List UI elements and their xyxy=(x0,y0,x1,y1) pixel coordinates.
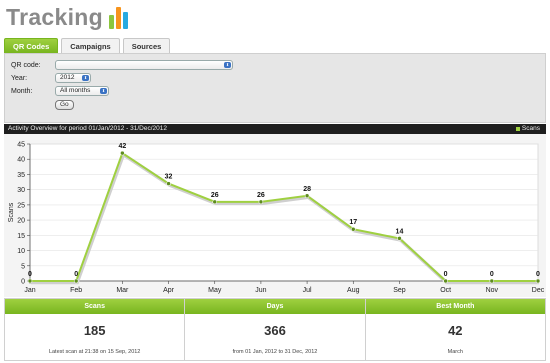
x-tick-label: Jul xyxy=(303,287,312,294)
x-tick-label: Dec xyxy=(532,287,545,294)
activity-chart: Activity Overview for period 01/Jan/2012… xyxy=(4,124,546,297)
stat-days-value: 366 xyxy=(264,323,286,338)
qr-code-row: QR code: ⬍ xyxy=(11,60,233,70)
tab-qr-codes[interactable]: QR Codes xyxy=(4,38,59,53)
data-label: 0 xyxy=(28,271,32,278)
data-point xyxy=(489,278,495,284)
data-point xyxy=(535,278,541,284)
stat-best-month: Best Month 42 March xyxy=(365,298,546,361)
stat-days-sub: from 01 Jan, 2012 to 31 Dec, 2012 xyxy=(232,349,318,355)
stat-best-month-header: Best Month xyxy=(365,299,545,314)
y-tick-label: 45 xyxy=(17,142,25,149)
data-point xyxy=(350,226,356,232)
qr-code-label: QR code: xyxy=(11,61,41,69)
y-axis-title: Scans xyxy=(8,202,15,222)
chart-legend: Scans xyxy=(515,124,540,134)
line-chart-svg: 051015202530354045ScansJan Feb Mar Apr May Ju… xyxy=(4,134,546,297)
go-button[interactable]: Go xyxy=(55,100,74,110)
logo-bar-blue xyxy=(123,12,128,29)
data-point xyxy=(120,150,125,156)
tab-sources[interactable]: Sources xyxy=(122,38,171,53)
year-label: Year: xyxy=(11,74,28,82)
chevron-updown-icon: ⬍ xyxy=(224,62,231,68)
y-tick-label: 15 xyxy=(17,233,25,240)
logo-bar-green xyxy=(109,15,114,29)
stats-panel: Scans 185 Latest scan at 21:38 on 15 Sep… xyxy=(4,298,546,361)
stat-days: Days 366 from 01 Jan, 2012 to 31 Dec, 20… xyxy=(185,298,366,361)
legend-swatch xyxy=(515,127,520,131)
stat-scans-sub: Latest scan at 21:38 on 15 Sep, 2012 xyxy=(48,349,141,355)
x-tick-label: Sep xyxy=(393,287,406,294)
month-label: Month: xyxy=(11,87,33,95)
x-tick-label: Aug xyxy=(347,287,360,294)
data-point xyxy=(397,236,402,241)
chevron-updown-icon: ⬍ xyxy=(82,75,89,81)
chart-plot-area xyxy=(29,143,539,282)
stat-scans: Scans 185 Latest scan at 21:38 on 15 Sep… xyxy=(4,298,186,361)
data-point xyxy=(258,199,264,205)
chart-period-title: Activity Overview for period 01/Jan/2012… xyxy=(8,125,167,132)
month-row: Month: All months ⬍ xyxy=(11,86,109,96)
data-label: 0 xyxy=(74,271,78,278)
stat-days-header: Days xyxy=(185,299,365,314)
chart-header-bar: Activity Overview for period 01/Jan/2012… xyxy=(4,124,546,134)
year-row: Year: 2012 ⬍ xyxy=(11,73,91,83)
data-label: 14 xyxy=(396,228,404,235)
data-label: 42 xyxy=(118,143,126,150)
page-title: Tracking xyxy=(6,3,103,30)
x-tick-label: May xyxy=(208,287,222,294)
page-header: Tracking xyxy=(6,2,128,32)
legend-label: Scans xyxy=(521,125,540,132)
data-label: 0 xyxy=(490,271,494,278)
qr-code-select[interactable]: ⬍ xyxy=(55,60,233,70)
x-tick-label: Jan xyxy=(24,287,35,294)
tab-campaigns[interactable]: Campaigns xyxy=(61,38,120,53)
stat-scans-header: Scans xyxy=(5,299,185,314)
x-tick-label: Apr xyxy=(163,287,175,294)
year-select[interactable]: 2012 ⬍ xyxy=(55,73,91,83)
y-tick-label: 5 xyxy=(21,263,25,270)
y-tick-label: 35 xyxy=(17,172,25,179)
x-tick-label: Jun xyxy=(255,287,266,294)
year-value: 2012 xyxy=(60,74,75,81)
logo-bar-orange xyxy=(116,7,121,29)
x-tick-label: Oct xyxy=(440,287,451,294)
data-point xyxy=(166,181,171,186)
data-point xyxy=(304,193,310,199)
stat-best-month-value: 42 xyxy=(448,323,463,338)
x-tick-label: Nov xyxy=(486,287,499,294)
data-point xyxy=(73,278,79,284)
filter-panel: QR code: ⬍ Year: 2012 ⬍ Month: All month… xyxy=(4,53,546,123)
data-label: 0 xyxy=(536,271,540,278)
month-value: All months xyxy=(60,87,91,94)
x-tick-label: Mar xyxy=(116,287,129,294)
data-label: 0 xyxy=(444,271,448,278)
y-tick-label: 40 xyxy=(17,157,25,164)
y-tick-label: 20 xyxy=(17,218,25,225)
y-tick-label: 25 xyxy=(17,202,25,209)
y-tick-label: 0 xyxy=(21,279,25,286)
data-label: 26 xyxy=(211,192,219,199)
data-point xyxy=(443,278,448,284)
stat-best-month-sub: March xyxy=(447,349,463,355)
chevron-updown-icon: ⬍ xyxy=(100,88,107,94)
y-tick-label: 30 xyxy=(17,187,25,194)
x-tick-label: Feb xyxy=(70,287,82,294)
tab-bar: QR Codes Campaigns Sources xyxy=(4,38,171,53)
data-point xyxy=(212,199,218,205)
month-select[interactable]: All months ⬍ xyxy=(55,86,109,96)
data-point xyxy=(27,278,33,284)
stat-scans-value: 185 xyxy=(83,323,106,338)
data-label: 17 xyxy=(349,219,357,226)
bar-chart-logo-icon xyxy=(109,5,128,29)
data-label: 26 xyxy=(257,192,265,199)
data-label: 32 xyxy=(165,174,173,181)
data-label: 28 xyxy=(303,186,311,193)
y-tick-label: 10 xyxy=(17,248,25,255)
